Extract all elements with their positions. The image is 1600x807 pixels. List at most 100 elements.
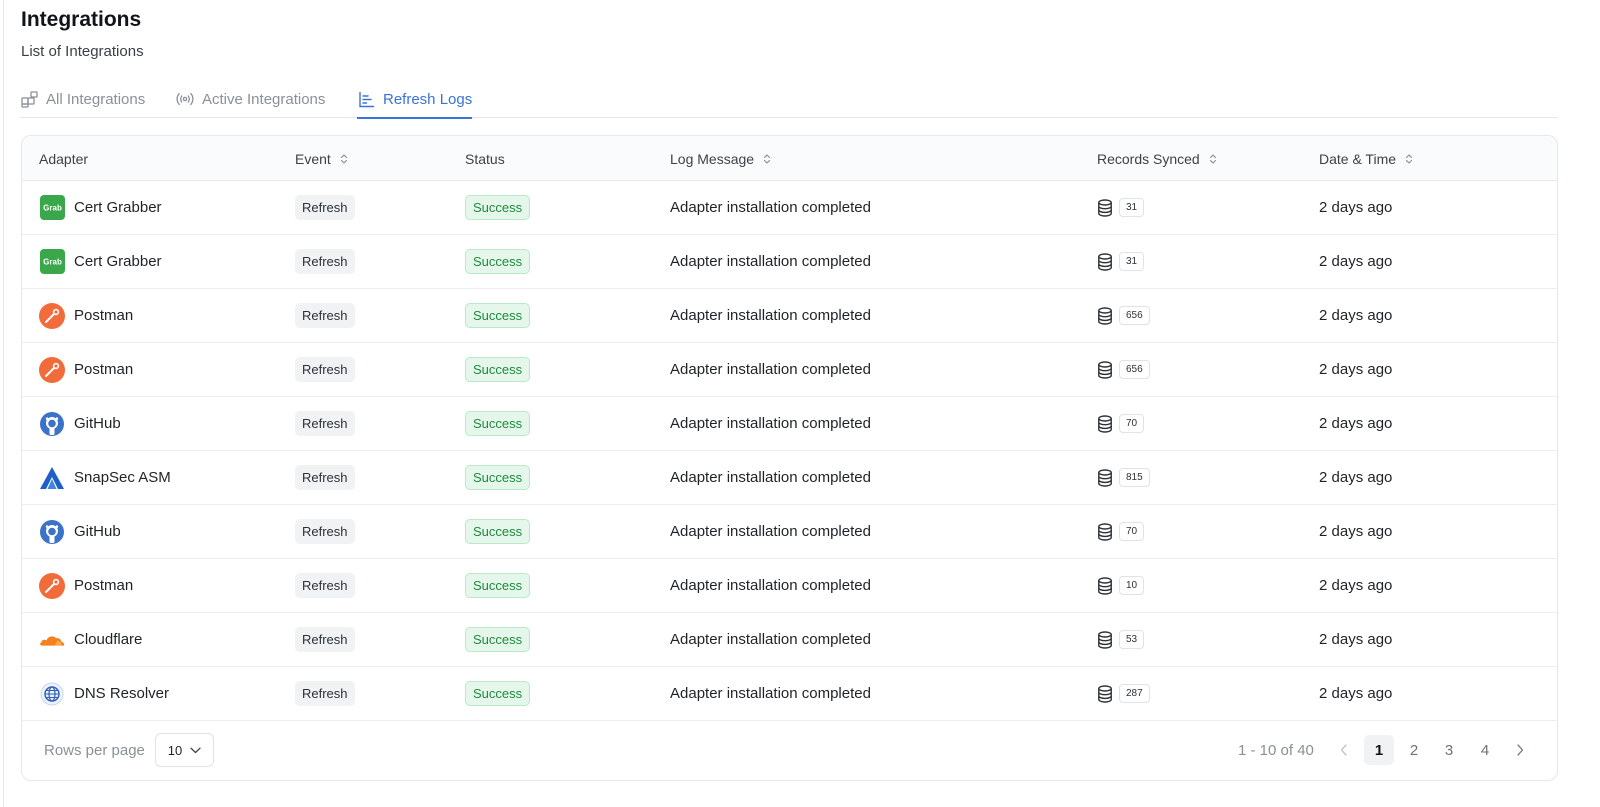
prev-page-button[interactable] <box>1329 735 1359 765</box>
event-cell: Refresh <box>295 559 355 612</box>
page-button-2[interactable]: 2 <box>1399 735 1429 765</box>
database-icon <box>1098 468 1112 487</box>
sort-icon <box>1209 153 1216 164</box>
tab-active-integrations[interactable]: Active Integrations <box>176 80 325 118</box>
records-synced-cell: 31 <box>1097 235 1145 288</box>
log-message-cell: Adapter installation completed <box>670 181 871 234</box>
log-message-cell: Adapter installation completed <box>670 289 871 342</box>
database-icon <box>1098 630 1112 649</box>
chevron-right-icon <box>1517 744 1524 756</box>
svg-text:Grab: Grab <box>43 258 62 267</box>
date-time-cell: 2 days ago <box>1319 289 1392 342</box>
table-row[interactable]: GitHub Refresh Success Adapter installation… <box>22 397 1557 451</box>
date-time: 2 days ago <box>1319 577 1393 594</box>
records-count-badge: 656 <box>1119 306 1150 325</box>
date-time-cell: 2 days ago <box>1319 181 1392 234</box>
records-synced-cell: 10 <box>1097 559 1145 612</box>
github-logo <box>39 411 65 437</box>
event-cell: Refresh <box>295 613 355 666</box>
status-badge: Success <box>465 627 531 652</box>
next-page-button[interactable] <box>1505 735 1535 765</box>
records-synced-cell: 70 <box>1097 397 1145 450</box>
page-button-4[interactable]: 4 <box>1470 735 1500 765</box>
page-title: Integrations <box>21 8 142 31</box>
table-row[interactable]: Postman Refresh Success Adapter installatio… <box>22 289 1557 343</box>
status-badge: Success <box>465 573 531 598</box>
tab-refresh-logs[interactable]: Refresh Logs <box>357 80 473 119</box>
records-synced-cell: 656 <box>1097 343 1150 396</box>
adapter-name: Postman <box>74 361 134 378</box>
status-badge: Success <box>465 249 531 274</box>
event-cell: Refresh <box>295 667 355 720</box>
table-row[interactable]: Grab Cert Grabber Refresh Success Adapter in… <box>22 235 1557 289</box>
records-count-badge: 70 <box>1119 522 1145 541</box>
records-count-badge: 53 <box>1119 630 1145 649</box>
table-row[interactable]: Cloudflare Refresh Success Adapter installa… <box>22 613 1557 667</box>
table-row[interactable]: DNS Resolver Refresh Success Adapter instal… <box>22 667 1557 721</box>
log-message: Adapter installation completed <box>670 361 871 378</box>
column-date-time[interactable]: Date & Time <box>1319 136 1414 181</box>
status-cell: Success <box>465 181 531 234</box>
log-message: Adapter installation completed <box>670 685 871 702</box>
date-time-cell: 2 days ago <box>1319 343 1392 396</box>
table-row[interactable]: Postman Refresh Success Adapter installatio… <box>22 559 1557 613</box>
column-records-synced[interactable]: Records Synced <box>1097 136 1218 181</box>
event-badge: Refresh <box>295 357 355 382</box>
date-time-cell: 2 days ago <box>1319 559 1392 612</box>
tab-label: Active Integrations <box>202 90 326 108</box>
column-log-message[interactable]: Log Message <box>670 136 772 181</box>
database-icon <box>1098 198 1112 217</box>
page-button-3[interactable]: 3 <box>1434 735 1464 765</box>
table-row[interactable]: SnapSec ASM Refresh Success Adapter install… <box>22 451 1557 505</box>
grab-logo: Grab <box>39 195 65 221</box>
status-badge: Success <box>465 465 531 490</box>
log-message: Adapter installation completed <box>670 577 871 594</box>
adapter-name: Cloudflare <box>74 631 143 648</box>
date-time-cell: 2 days ago <box>1319 397 1392 450</box>
records-count-badge: 31 <box>1119 198 1145 217</box>
date-time-cell: 2 days ago <box>1319 451 1392 504</box>
snapsec-logo <box>39 465 65 491</box>
rows-per-page-label: Rows per page <box>44 742 145 759</box>
event-cell: Refresh <box>295 397 355 450</box>
log-message-cell: Adapter installation completed <box>670 235 871 288</box>
page-button-1[interactable]: 1 <box>1364 735 1394 765</box>
tab-bar: All Integrations Active Integrations Ref… <box>20 80 1558 119</box>
event-badge: Refresh <box>295 465 355 490</box>
sort-icon <box>340 153 347 164</box>
adapter-cell: Postman <box>39 343 133 396</box>
table-row[interactable]: Postman Refresh Success Adapter installatio… <box>22 343 1557 397</box>
column-adapter: Adapter <box>39 150 89 167</box>
column-event[interactable]: Event <box>295 136 349 181</box>
rows-per-page-select[interactable]: 10 <box>155 733 214 767</box>
log-message: Adapter installation completed <box>670 523 871 540</box>
status-badge: Success <box>465 195 531 220</box>
tab-label: All Integrations <box>46 90 146 108</box>
rows-per-page-value: 10 <box>167 742 183 758</box>
adapter-name: Cert Grabber <box>74 199 162 216</box>
database-icon <box>1098 684 1112 703</box>
records-synced-cell: 287 <box>1097 667 1150 720</box>
adapter-name: Cert Grabber <box>74 253 162 270</box>
records-synced-cell: 656 <box>1097 289 1150 342</box>
chevron-down-icon <box>190 747 201 753</box>
adapter-cell: GitHub <box>39 397 121 450</box>
database-icon <box>1098 414 1112 433</box>
table-row[interactable]: GitHub Refresh Success Adapter installation… <box>22 505 1557 559</box>
postman-logo <box>39 302 65 329</box>
event-badge: Refresh <box>295 411 355 436</box>
table-row[interactable]: Grab Cert Grabber Refresh Success Adapter in… <box>22 181 1557 235</box>
log-message-cell: Adapter installation completed <box>670 505 871 558</box>
grab-logo: Grab <box>39 249 65 275</box>
tab-all-integrations[interactable]: All Integrations <box>20 80 145 118</box>
records-count-badge: 287 <box>1119 684 1150 703</box>
database-icon <box>1098 576 1112 595</box>
adapter-name: SnapSec ASM <box>74 469 171 486</box>
date-time-cell: 2 days ago <box>1319 235 1392 288</box>
table-header: Adapter Event Status Log Message Records… <box>22 136 1557 181</box>
event-cell: Refresh <box>295 505 355 558</box>
date-time: 2 days ago <box>1319 361 1393 378</box>
column-status: Status <box>465 150 505 167</box>
status-badge: Success <box>465 357 531 382</box>
date-time: 2 days ago <box>1319 469 1393 486</box>
